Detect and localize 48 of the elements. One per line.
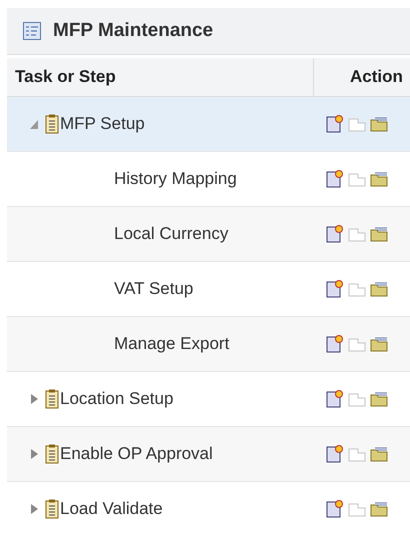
task-label: Load Validate [60, 498, 163, 520]
folder-icon[interactable] [370, 281, 388, 297]
tree-row[interactable]: Enable OP Approval [7, 427, 410, 482]
folder-icon[interactable] [370, 391, 388, 407]
new-document-icon[interactable] [326, 390, 344, 408]
step-label: Manage Export [113, 333, 230, 356]
collapsed-triangle-icon[interactable] [29, 503, 39, 515]
new-document-icon[interactable] [326, 500, 344, 518]
collapsed-triangle-icon[interactable] [29, 393, 39, 405]
task-label: Enable OP Approval [60, 443, 213, 466]
folder-icon[interactable] [370, 446, 388, 462]
new-document-icon[interactable] [326, 170, 344, 188]
folder-icon[interactable] [370, 116, 388, 132]
column-header[interactable]: Action [314, 58, 410, 96]
folder-icon[interactable] [370, 501, 388, 517]
folder-icon[interactable] [370, 171, 388, 187]
folder-icon[interactable] [370, 336, 388, 352]
clipboard-icon [45, 444, 59, 464]
folder-icon[interactable] [370, 226, 388, 242]
panel-title: MFP Maintenance [53, 18, 214, 43]
tree-row[interactable]: MFP Setup [7, 97, 410, 152]
clipboard-icon [45, 114, 59, 134]
column-header[interactable]: Task or Step [7, 58, 314, 96]
copy-icon [348, 226, 366, 242]
new-document-icon[interactable] [326, 280, 344, 298]
copy-icon [348, 336, 366, 352]
new-document-icon[interactable] [326, 445, 344, 463]
step-label: Local Currency [113, 223, 228, 246]
new-document-icon[interactable] [326, 225, 344, 243]
expanded-triangle-icon[interactable] [29, 118, 39, 130]
copy-icon [348, 391, 366, 407]
new-document-icon[interactable] [326, 115, 344, 133]
copy-icon [348, 501, 366, 517]
copy-icon [348, 171, 366, 187]
collapsed-triangle-icon[interactable] [29, 448, 39, 460]
task-label: Location Setup [60, 388, 174, 410]
copy-icon [348, 446, 366, 462]
clipboard-icon [45, 389, 59, 409]
copy-icon [348, 281, 366, 297]
copy-icon [348, 116, 366, 132]
new-document-icon[interactable] [326, 335, 344, 353]
step-label: VAT Setup [113, 278, 194, 300]
task-label: MFP Setup [60, 113, 145, 136]
tree-row[interactable]: Manage Export [7, 317, 410, 372]
clipboard-icon [45, 499, 59, 519]
list-icon [23, 22, 41, 40]
step-label: History Mapping [113, 168, 237, 190]
tree-row[interactable]: Local Currency [7, 207, 410, 262]
